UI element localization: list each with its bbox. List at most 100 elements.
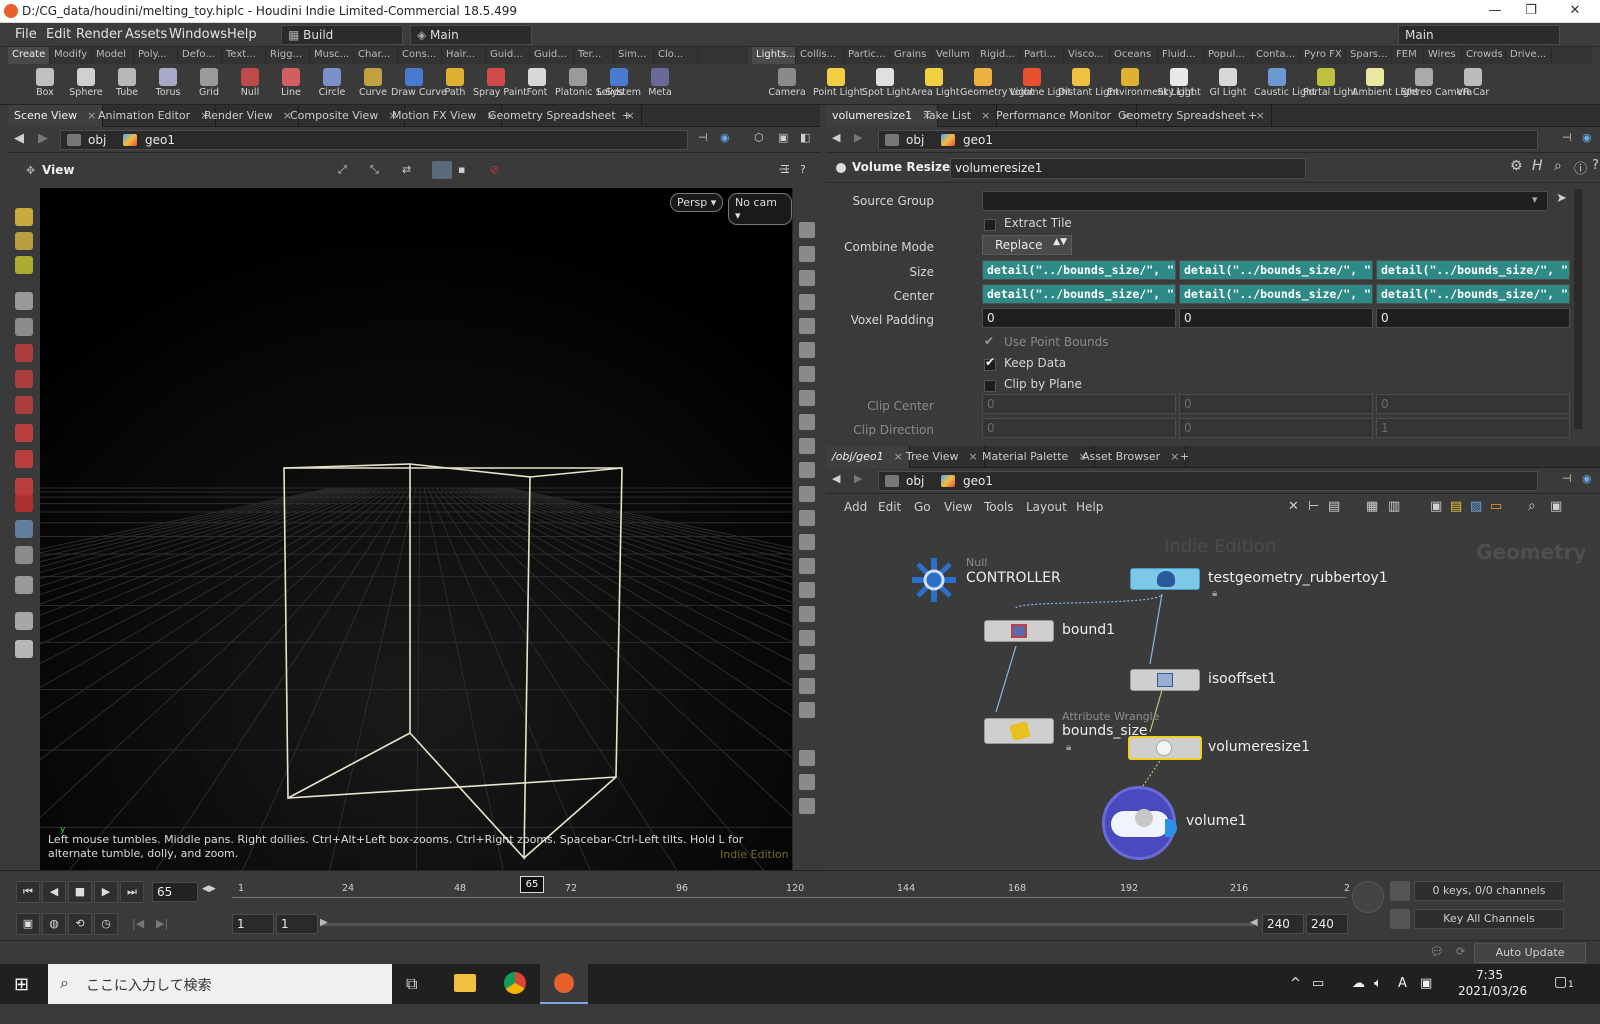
node-name-field[interactable]: volumeresize1 [950, 158, 1306, 179]
refresh-icon[interactable]: ⟳ [1456, 945, 1465, 958]
combine-mode-select[interactable]: Replace ▲▼ [982, 235, 1072, 255]
play-backward-button[interactable]: ◀ [42, 881, 66, 903]
shelf-right-tab-17[interactable]: Drive... [1506, 47, 1552, 64]
back-arrow-icon[interactable]: ◀ [832, 472, 840, 485]
camera-menu[interactable]: No cam ▾ [728, 193, 792, 225]
next-key-icon[interactable]: ▶| [156, 917, 168, 930]
tab-take-list[interactable]: Take List × [918, 105, 998, 127]
grid-view-icon[interactable]: ▦ [1366, 499, 1378, 514]
file-explorer-icon[interactable] [454, 974, 476, 992]
isooffset-node-label[interactable]: isooffset1 [1208, 671, 1276, 687]
shelf-right-tab-5[interactable]: Rigid... [976, 47, 1020, 64]
display-icon[interactable]: ▪ [458, 163, 465, 176]
tool-null[interactable]: Null [227, 66, 273, 104]
shelf-right-tab-15[interactable]: Wires [1424, 47, 1462, 64]
view-options-icon[interactable]: ☰ [780, 163, 790, 176]
tree-icon[interactable]: ⊢ [1308, 499, 1319, 514]
audio-button[interactable]: ◍ [42, 913, 66, 935]
shelf-left-tab-0[interactable]: Create [8, 47, 50, 64]
wire-icon[interactable] [799, 438, 815, 454]
keyframe-tool-icon[interactable] [1352, 881, 1384, 913]
play-forward-button[interactable]: ▶ [94, 881, 118, 903]
select-icon[interactable] [15, 208, 33, 226]
scene-viewport[interactable]: Persp ▾ No cam ▾ Left mouse tumbles. Mid… [40, 188, 792, 870]
link-icon[interactable]: ◉ [1582, 131, 1592, 144]
tab-obj-geo1[interactable]: /obj/geo1 × [826, 446, 910, 468]
tool-meta[interactable]: Meta [637, 66, 683, 104]
tool-l-system[interactable]: L-System [596, 66, 642, 104]
shelf-right-tab-0[interactable]: Lights... [752, 47, 796, 64]
tool-sphere[interactable]: Sphere [63, 66, 109, 104]
step-frame-icon[interactable]: ◀▶ [202, 884, 216, 894]
voxel-padding-x-field[interactable]: 0 [982, 308, 1176, 328]
shelf-left-tab-15[interactable]: Clo... [654, 47, 698, 64]
shelf-left-tab-12[interactable]: Guid... [530, 47, 574, 64]
tool-distant-light[interactable]: Distant Light [1058, 66, 1119, 104]
menu-render[interactable]: Render [76, 27, 122, 42]
playhead-marker[interactable]: 65 [520, 876, 544, 893]
pin-view-icon[interactable] [799, 774, 815, 790]
shelf-left-tab-6[interactable]: Rigg... [266, 47, 310, 64]
help-icon[interactable]: ? [1592, 158, 1599, 173]
shelf-left-tab-11[interactable]: Guid... [486, 47, 530, 64]
tray-volume-icon[interactable]: 🔈︎ [1374, 976, 1382, 991]
size-y-field[interactable]: detail("../bounds_size/", "size", 1) [1179, 260, 1373, 280]
shelf-left-tab-3[interactable]: Poly... [134, 47, 178, 64]
tool-tube[interactable]: Tube [104, 66, 150, 104]
transform-icon[interactable]: ⇄ [402, 163, 411, 176]
volume-node-label[interactable]: volume1 [1186, 813, 1247, 829]
dot-icon[interactable]: ▭ [1490, 499, 1502, 514]
handle-icon[interactable] [15, 344, 33, 362]
path-segment-obj[interactable]: obj [906, 133, 924, 147]
tool-volume-light[interactable]: Volume Light [1009, 66, 1071, 104]
clock-date[interactable]: 2021/03/26 [1458, 984, 1527, 998]
auto-update-select[interactable]: Auto Update [1474, 943, 1586, 963]
shelf-left-tab-14[interactable]: Sim... [614, 47, 654, 64]
shelf-right-tab-10[interactable]: Popul... [1204, 47, 1252, 64]
pen-icon[interactable] [799, 534, 815, 550]
light-icon[interactable] [799, 342, 815, 358]
tool-area-light[interactable]: Area Light [911, 66, 960, 104]
menu-assets[interactable]: Assets [125, 27, 167, 42]
wrangle-node[interactable] [984, 718, 1054, 744]
close-button[interactable]: ✕ [1552, 0, 1598, 23]
tool-box[interactable]: Box [22, 66, 68, 104]
shelf-left-tab-4[interactable]: Defo... [178, 47, 222, 64]
menu-help[interactable]: Help [227, 27, 257, 42]
scale-icon[interactable] [15, 292, 33, 310]
sticky-note-icon[interactable]: ▤ [1450, 499, 1462, 514]
volumeresize-node[interactable] [1128, 736, 1202, 760]
select-arrow-icon[interactable]: ➤ [1556, 191, 1567, 206]
lock-icon[interactable] [799, 270, 815, 286]
tool-draw-curve[interactable]: Draw Curve [391, 66, 447, 104]
graph-icon[interactable] [1390, 909, 1410, 929]
center-x-field[interactable]: detail("../bounds_size/", "center", 0) [982, 284, 1176, 304]
null-node-icon[interactable] [910, 556, 958, 604]
ime-indicator[interactable]: A [1398, 976, 1407, 991]
tab-tree-view[interactable]: Tree View × [900, 446, 985, 468]
stop-button[interactable]: ■ [68, 881, 92, 903]
add-tab-button[interactable]: + [1174, 446, 1195, 468]
view-tool-icon[interactable] [15, 546, 33, 564]
tool-caustic-light[interactable]: Caustic Light [1254, 66, 1316, 104]
voxel-padding-y-field[interactable]: 0 [1179, 308, 1373, 328]
menu-add[interactable]: Add [844, 500, 867, 514]
shelf-right-tab-12[interactable]: Pyro FX [1300, 47, 1346, 64]
select-icon[interactable]: ⤢ [338, 163, 347, 177]
tool-torus[interactable]: Torus [145, 66, 191, 104]
persp-icon[interactable]: ⬡ [754, 131, 764, 144]
list-icon[interactable]: ▤ [1328, 499, 1340, 514]
source-group-field[interactable] [982, 191, 1548, 211]
pose-icon[interactable] [15, 318, 33, 336]
tool-geometry-light[interactable]: Geometry Light [960, 66, 1034, 104]
size-x-field[interactable]: detail("../bounds_size/", "size", 0) [982, 260, 1176, 280]
network-box-icon[interactable]: ▣ [1430, 499, 1442, 514]
persp-menu[interactable]: Persp ▾ [670, 193, 724, 212]
size-z-field[interactable]: detail("../bounds_size/", "size", 2) [1376, 260, 1570, 280]
sphere-icon[interactable] [799, 318, 815, 334]
tool-point-light[interactable]: Point Light [813, 66, 863, 104]
notification-icon[interactable]: ▢ [1554, 974, 1567, 990]
shelf-right-tab-8[interactable]: Oceans [1110, 47, 1158, 64]
brush-view-icon[interactable] [799, 606, 815, 622]
shelf-right-tab-4[interactable]: Vellum [932, 47, 976, 64]
